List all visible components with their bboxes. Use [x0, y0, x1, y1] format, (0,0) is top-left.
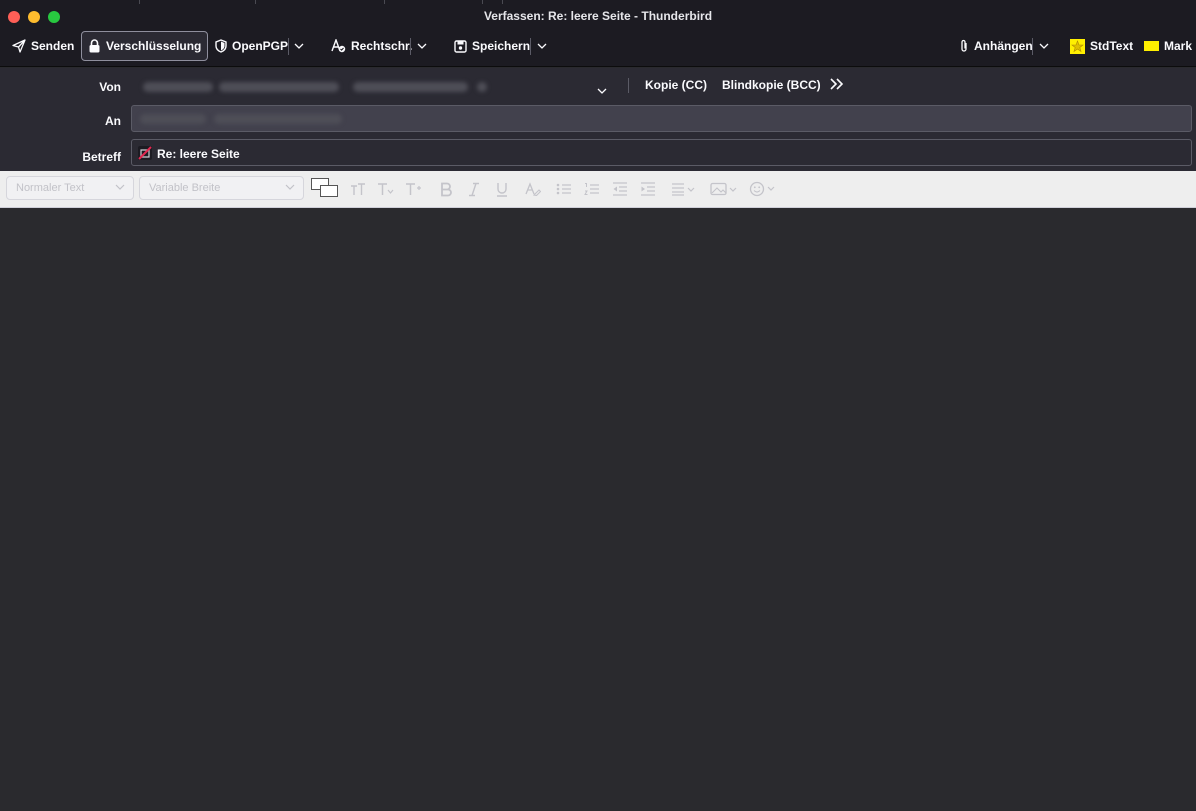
smiley-icon	[749, 181, 775, 197]
remove-formatting-icon[interactable]	[524, 180, 542, 198]
subject-label: Betreff	[82, 150, 121, 164]
title-bar: Verfassen: Re: leere Seite - Thunderbird	[0, 0, 1196, 30]
subject-not-encrypted-icon	[138, 146, 152, 160]
save-icon	[454, 39, 467, 53]
tab-separator	[502, 0, 503, 4]
spellcheck-button[interactable]: Rechtschr.	[331, 30, 412, 62]
encryption-label: Verschlüsselung	[106, 39, 202, 53]
italic-icon[interactable]	[465, 180, 483, 198]
divider	[1032, 38, 1033, 55]
subject-text: Re: leere Seite	[157, 147, 240, 161]
align-icon	[672, 183, 695, 196]
chevron-down-icon	[285, 184, 295, 190]
spellcheck-dropdown-button[interactable]	[413, 30, 431, 62]
lock-icon	[89, 39, 100, 53]
compose-header: Von Kopie (CC) Blindkopie (BCC) An Betre…	[0, 68, 1196, 171]
chevron-down-icon	[1039, 43, 1049, 49]
underline-icon[interactable]	[493, 180, 511, 198]
redacted-text	[143, 82, 213, 92]
mark-label: Mark	[1164, 39, 1193, 53]
bold-icon[interactable]	[437, 180, 455, 198]
openpgp-dropdown-button[interactable]	[290, 30, 308, 62]
divider	[530, 38, 531, 55]
window-title: Verfassen: Re: leere Seite - Thunderbird	[483, 9, 713, 23]
font-size-smaller-icon[interactable]	[349, 180, 367, 198]
compose-toolbar: Senden Verschlüsselung OpenPGP Rechtschr…	[0, 30, 1196, 67]
tab-separator	[482, 0, 483, 4]
more-recipient-types-button[interactable]	[830, 78, 844, 93]
chevron-down-icon	[597, 83, 607, 97]
insert-menu-button[interactable]	[709, 180, 739, 198]
divider	[628, 78, 629, 93]
bulleted-list-icon[interactable]	[555, 180, 573, 198]
bcc-button[interactable]: Blindkopie (BCC)	[722, 78, 821, 92]
send-label: Senden	[31, 39, 75, 53]
background-color-swatch	[320, 185, 338, 197]
formatting-toolbar: Normaler Text Variable Breite	[0, 171, 1196, 208]
align-menu-button[interactable]	[670, 180, 698, 198]
chevron-down-icon	[537, 43, 547, 49]
outdent-icon[interactable]	[611, 180, 629, 198]
redacted-text	[477, 82, 487, 92]
stdtext-label: StdText	[1090, 39, 1134, 53]
attach-button[interactable]: Anhängen	[959, 30, 1033, 62]
openpgp-button[interactable]: OpenPGP	[215, 30, 288, 62]
save-dropdown-button[interactable]	[533, 30, 551, 62]
save-label: Speichern	[472, 39, 531, 53]
encryption-toggle-button[interactable]: Verschlüsselung	[81, 31, 209, 61]
message-body-editor[interactable]	[0, 208, 1196, 811]
spellcheck-label: Rechtschr.	[351, 39, 413, 53]
mark-button[interactable]: Mark	[1144, 30, 1192, 62]
font-size-icon[interactable]	[405, 180, 423, 198]
redacted-text	[140, 114, 206, 124]
text-color-button[interactable]	[311, 178, 339, 198]
redacted-text	[353, 82, 468, 92]
indent-icon[interactable]	[639, 180, 657, 198]
chevron-down-icon	[417, 43, 427, 49]
cc-button[interactable]: Kopie (CC)	[645, 78, 707, 92]
redacted-text	[214, 114, 342, 124]
font-family-value: Variable Breite	[149, 182, 221, 194]
divider	[410, 38, 411, 55]
paragraph-format-value: Normaler Text	[16, 182, 85, 194]
attach-dropdown-button[interactable]	[1035, 30, 1053, 62]
tab-separator	[384, 0, 385, 4]
shield-icon	[215, 39, 227, 53]
openpgp-label: OpenPGP	[232, 39, 289, 53]
save-button[interactable]: Speichern	[454, 30, 530, 62]
tab-separator	[255, 0, 256, 4]
double-chevron-right-icon	[830, 78, 844, 90]
numbered-list-icon[interactable]	[583, 180, 601, 198]
spellcheck-icon	[331, 39, 346, 53]
chevron-down-icon	[115, 184, 125, 190]
to-field[interactable]	[131, 105, 1192, 132]
image-icon	[710, 182, 737, 196]
tab-separator	[139, 0, 140, 4]
stdtext-button[interactable]: StdText	[1070, 30, 1133, 62]
font-size-larger-icon[interactable]	[377, 180, 395, 198]
star-icon	[1070, 38, 1085, 54]
from-identity-selector[interactable]	[131, 72, 613, 100]
to-label: An	[105, 114, 121, 128]
send-button[interactable]: Senden	[12, 30, 74, 62]
redacted-text	[219, 82, 339, 92]
highlight-icon	[1144, 41, 1159, 51]
chevron-down-icon	[294, 43, 304, 49]
emoji-menu-button[interactable]	[748, 180, 778, 198]
paragraph-format-select[interactable]: Normaler Text	[6, 176, 134, 200]
subject-field[interactable]: Re: leere Seite	[131, 139, 1192, 166]
from-label: Von	[99, 80, 121, 94]
divider	[288, 38, 289, 55]
send-icon	[12, 39, 26, 53]
attach-label: Anhängen	[974, 39, 1033, 53]
font-family-select[interactable]: Variable Breite	[139, 176, 304, 200]
paperclip-icon	[961, 39, 967, 52]
